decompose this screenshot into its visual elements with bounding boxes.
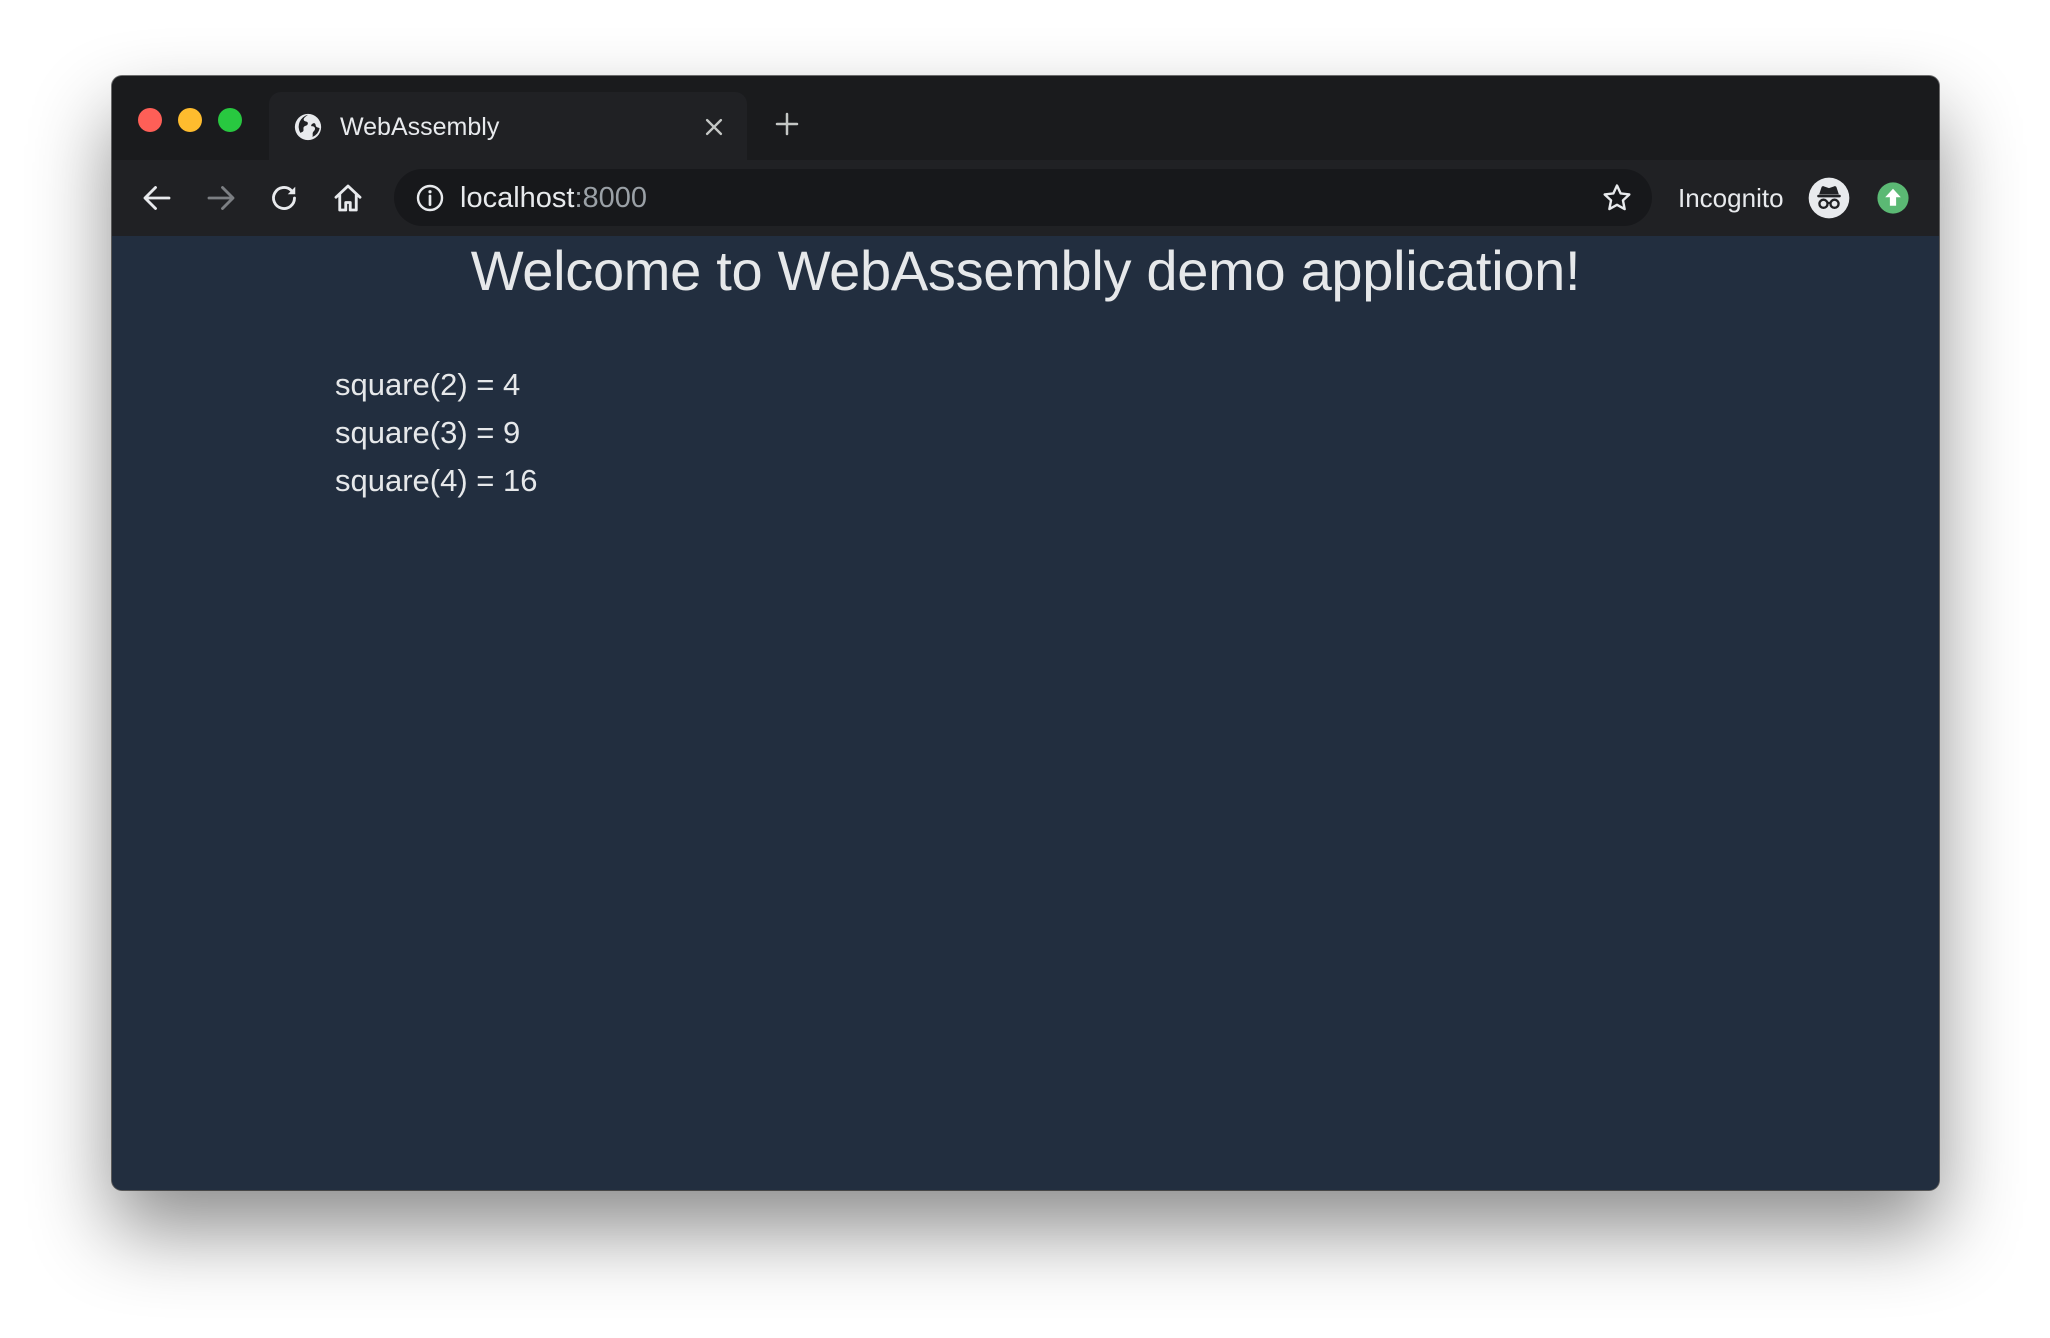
window-close-button[interactable] xyxy=(138,108,162,132)
window-minimize-button[interactable] xyxy=(178,108,202,132)
tab-strip: WebAssembly xyxy=(112,76,1939,160)
result-item: square(3) = 9 xyxy=(335,415,521,450)
reload-icon[interactable] xyxy=(266,180,302,216)
tab-close-icon[interactable] xyxy=(699,112,729,142)
home-icon[interactable] xyxy=(330,180,366,216)
forward-icon[interactable] xyxy=(203,180,239,216)
url-text: localhost:8000 xyxy=(460,181,647,215)
bookmark-star-icon[interactable] xyxy=(1600,181,1634,215)
url-port: :8000 xyxy=(574,182,648,214)
incognito-label[interactable]: Incognito xyxy=(1678,182,1784,214)
update-available-icon[interactable] xyxy=(1876,181,1910,215)
window-maximize-button[interactable] xyxy=(218,108,242,132)
incognito-icon[interactable] xyxy=(1808,177,1850,219)
result-item: square(4) = 16 xyxy=(335,463,538,498)
new-tab-icon[interactable] xyxy=(772,109,802,139)
result-item: square(2) = 4 xyxy=(335,367,521,402)
info-icon[interactable] xyxy=(414,182,446,214)
tab-webassembly[interactable]: WebAssembly xyxy=(269,92,747,160)
back-icon[interactable] xyxy=(139,180,175,216)
tab-title: WebAssembly xyxy=(340,113,500,141)
url-host: localhost xyxy=(460,182,575,214)
page-content: Welcome to WebAssembly demo application!… xyxy=(112,236,1939,1190)
globe-icon xyxy=(294,113,322,141)
browser-window: WebAssembly localhost:8000 Incognito Wel… xyxy=(112,76,1939,1190)
results-list: square(2) = 4 square(3) = 9 square(4) = … xyxy=(335,361,537,505)
toolbar: localhost:8000 Incognito xyxy=(112,160,1939,236)
page-title: Welcome to WebAssembly demo application! xyxy=(470,239,1581,302)
address-bar[interactable]: localhost:8000 xyxy=(394,169,1652,226)
